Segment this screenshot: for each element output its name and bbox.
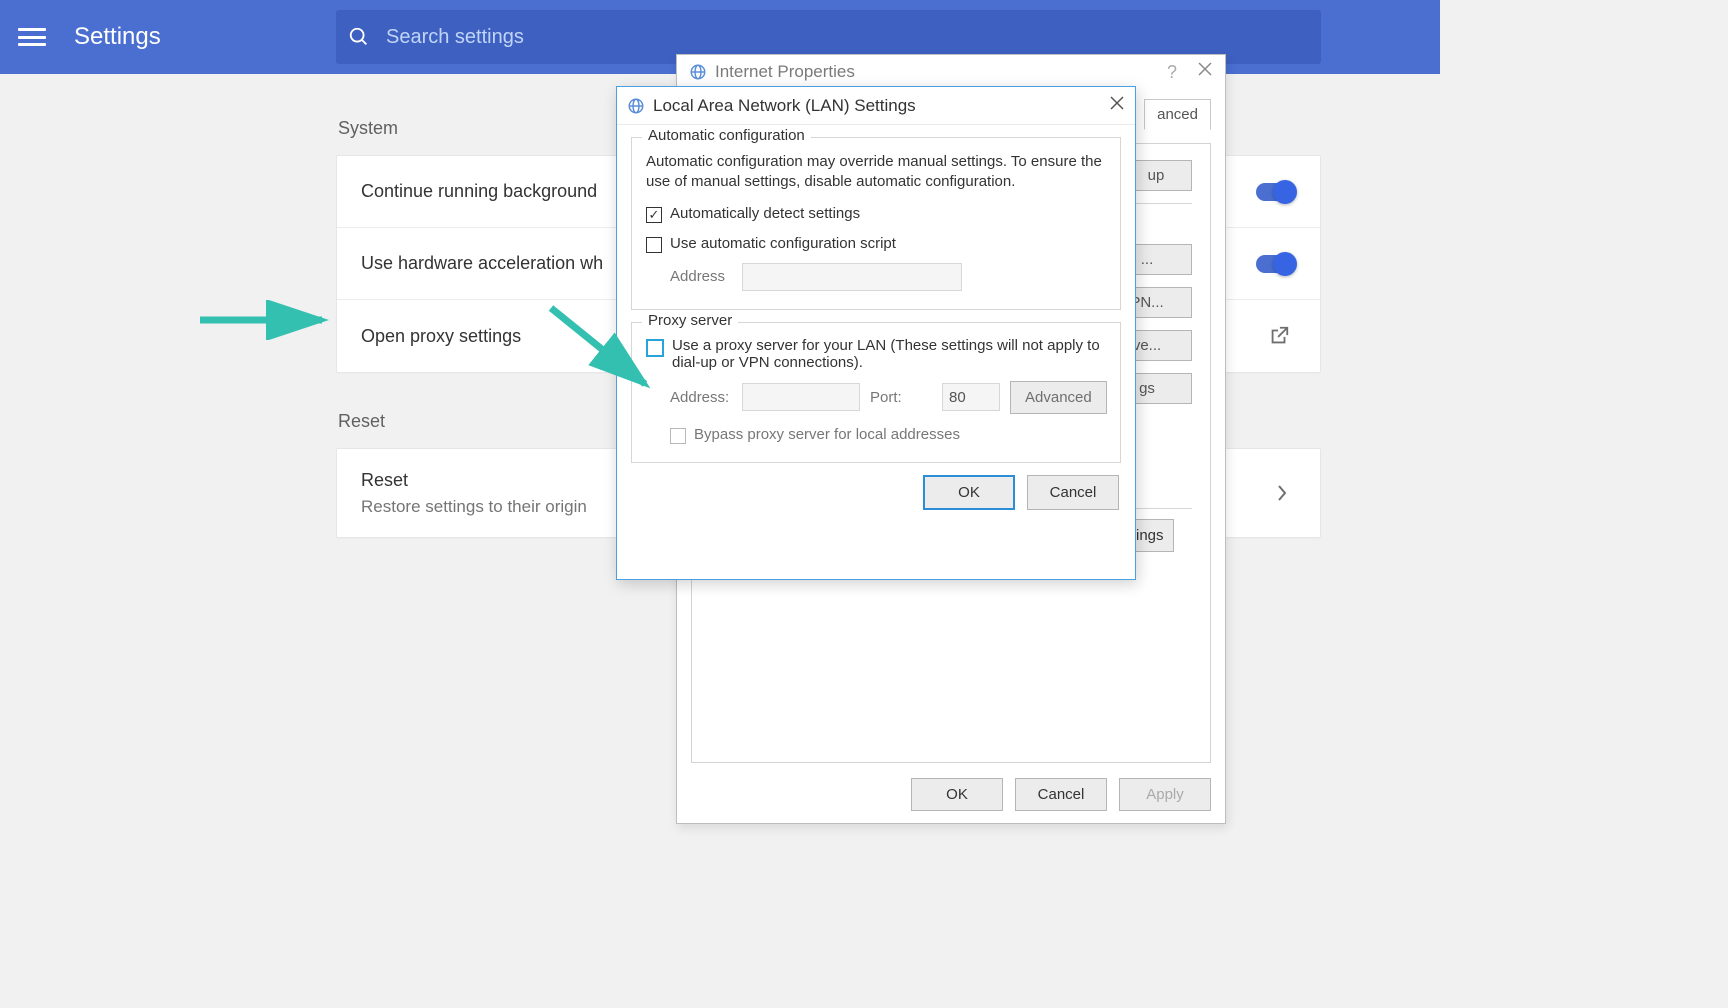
proxy-legend: Proxy server — [642, 312, 738, 329]
proxy-address-input[interactable] — [742, 383, 860, 411]
close-icon[interactable] — [1197, 61, 1213, 77]
checkbox-icon — [646, 237, 662, 253]
address-label: Address — [670, 268, 732, 285]
use-proxy-checkbox[interactable]: Use a proxy server for your LAN (These s… — [646, 337, 1106, 371]
addr-label: Address: — [670, 389, 732, 406]
globe-icon — [689, 63, 707, 81]
row-label: Open proxy settings — [361, 326, 521, 347]
toggle-hw[interactable] — [1256, 255, 1296, 273]
lan-ok-button[interactable]: OK — [923, 475, 1015, 510]
reset-sub: Restore settings to their origin — [361, 497, 587, 517]
help-icon[interactable]: ? — [1167, 62, 1177, 83]
menu-icon[interactable] — [18, 28, 46, 46]
iprops-apply-button[interactable]: Apply — [1119, 778, 1211, 811]
auto-script-checkbox[interactable]: Use automatic configuration script — [646, 235, 1106, 253]
row-label: Use hardware acceleration wh — [361, 253, 603, 274]
iprops-cancel-button[interactable]: Cancel — [1015, 778, 1107, 811]
tab-advanced[interactable]: anced — [1144, 99, 1211, 130]
checkbox-icon — [646, 207, 662, 223]
port-label: Port: — [870, 389, 932, 406]
lan-title-text: Local Area Network (LAN) Settings — [653, 96, 916, 116]
auto-detect-checkbox[interactable]: Automatically detect settings — [646, 205, 1106, 223]
checkbox-label: Use automatic configuration script — [670, 235, 896, 252]
checkbox-icon — [646, 339, 664, 357]
chevron-right-icon — [1276, 484, 1288, 502]
page-title: Settings — [74, 23, 161, 51]
iprops-title-text: Internet Properties — [715, 62, 855, 82]
search-input[interactable] — [386, 26, 1321, 49]
lan-titlebar[interactable]: Local Area Network (LAN) Settings — [617, 87, 1135, 125]
lan-settings-dialog: Local Area Network (LAN) Settings Automa… — [616, 86, 1136, 580]
lan-cancel-button[interactable]: Cancel — [1027, 475, 1119, 510]
search-icon — [348, 26, 370, 48]
checkbox-label: Use a proxy server for your LAN (These s… — [672, 337, 1106, 371]
globe-icon — [627, 97, 645, 115]
proxy-address-row: Address: Port: Advanced — [670, 381, 1106, 414]
checkbox-icon — [670, 428, 686, 444]
bypass-checkbox[interactable]: Bypass proxy server for local addresses — [670, 426, 1106, 444]
proxy-group: Proxy server Use a proxy server for your… — [631, 322, 1121, 463]
checkbox-label: Automatically detect settings — [670, 205, 860, 222]
proxy-port-input[interactable] — [942, 383, 1000, 411]
toggle-bg[interactable] — [1256, 183, 1296, 201]
reset-title: Reset — [361, 470, 408, 491]
script-address-field: Address — [670, 263, 1106, 291]
iprops-titlebar[interactable]: Internet Properties ? — [677, 55, 1225, 89]
arrow-annotation — [196, 300, 336, 340]
row-label: Continue running background — [361, 181, 597, 202]
advanced-button[interactable]: Advanced — [1010, 381, 1107, 414]
launch-icon — [1268, 325, 1290, 347]
lan-footer: OK Cancel — [617, 475, 1135, 524]
iprops-footer: OK Cancel Apply — [677, 778, 1225, 811]
iprops-tabs[interactable]: anced — [1144, 99, 1211, 130]
checkbox-label: Bypass proxy server for local addresses — [694, 426, 960, 443]
close-icon[interactable] — [1109, 95, 1125, 111]
iprops-ok-button[interactable]: OK — [911, 778, 1003, 811]
auto-config-legend: Automatic configuration — [642, 127, 811, 144]
auto-config-group: Automatic configuration Automatic config… — [631, 137, 1121, 310]
script-address-input[interactable] — [742, 263, 962, 291]
auto-help-text: Automatic configuration may override man… — [646, 152, 1106, 193]
